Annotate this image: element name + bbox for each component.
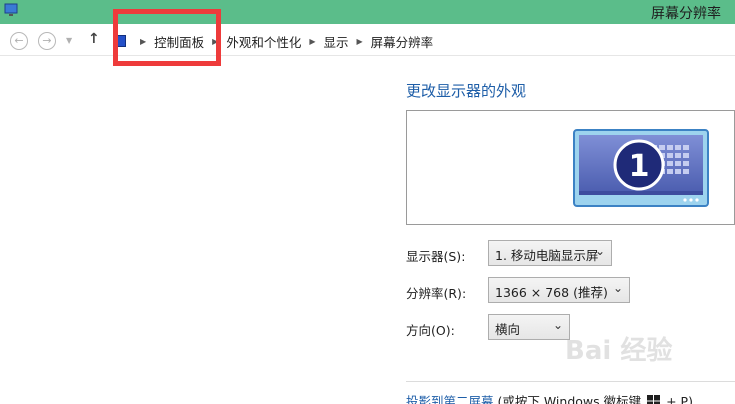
chevron-down-icon: ⌄ <box>612 281 623 295</box>
monitor-preview: 1 <box>406 110 735 225</box>
page-title: 更改显示器的外观 <box>406 82 527 100</box>
breadcrumb-item-resolution[interactable]: 屏幕分辨率 <box>371 32 434 51</box>
breadcrumb-item-display[interactable]: 显示 <box>324 32 349 51</box>
chevron-right-icon[interactable]: ▶ <box>309 37 315 46</box>
up-arrow-icon[interactable]: ↑ <box>88 31 100 47</box>
footer-line: 投影到第二屏幕 (或按下 Windows 徽标键 + P) <box>406 391 693 404</box>
monitor-1-icon[interactable]: 1 <box>573 129 709 207</box>
resolution-label: 分辨率(R): <box>406 286 467 301</box>
back-button[interactable]: ← <box>10 32 28 50</box>
chevron-down-icon: ⌄ <box>552 318 563 332</box>
resolution-select[interactable]: 1366 × 768 (推荐) ⌄ <box>488 277 630 303</box>
chevron-right-icon[interactable]: ▶ <box>357 37 363 46</box>
baidu-watermark: Bai 经验 <box>565 336 673 366</box>
project-second-screen-link[interactable]: 投影到第二屏幕 <box>406 394 494 404</box>
divider <box>406 381 735 382</box>
orientation-label: 方向(O): <box>406 323 455 338</box>
resolution-select-value: 1366 × 768 (推荐) <box>495 285 608 300</box>
control-panel-icon <box>114 35 126 47</box>
breadcrumb: ▶ 控制面板 ▶ 外观和个性化 ▶ 显示 ▶ 屏幕分辨率 <box>114 32 433 50</box>
arrow-right-icon: → <box>42 34 52 47</box>
monitor-icon <box>4 3 18 16</box>
display-select-value: 1. 移动电脑显示屏 <box>495 248 599 263</box>
arrow-left-icon: ← <box>14 34 24 47</box>
chevron-right-icon[interactable]: ▶ <box>140 37 146 46</box>
chevron-down-icon: ⌄ <box>594 244 605 258</box>
footer-hint-b: + P) <box>666 394 693 404</box>
windows-logo-icon <box>647 395 661 404</box>
orientation-select-value: 横向 <box>495 322 521 337</box>
breadcrumb-item-control-panel[interactable]: 控制面板 <box>154 32 204 51</box>
display-select[interactable]: 1. 移动电脑显示屏 ⌄ <box>488 240 612 266</box>
address-bar: ← → ▼ ↑ ▶ 控制面板 ▶ 外观和个性化 ▶ 显示 ▶ 屏幕分辨率 <box>0 24 735 56</box>
forward-button[interactable]: → <box>38 32 56 50</box>
footer-hint-a: (或按下 Windows 徽标键 <box>497 394 642 404</box>
chevron-right-icon[interactable]: ▶ <box>212 37 218 46</box>
orientation-select[interactable]: 横向 ⌄ <box>488 314 570 340</box>
title-bar: 屏幕分辨率 <box>0 0 735 24</box>
monitor-number: 1 <box>629 149 650 184</box>
display-label: 显示器(S): <box>406 249 466 264</box>
breadcrumb-item-appearance[interactable]: 外观和个性化 <box>226 32 301 51</box>
window-title: 屏幕分辨率 <box>651 6 721 22</box>
chevron-down-icon[interactable]: ▼ <box>66 36 72 45</box>
